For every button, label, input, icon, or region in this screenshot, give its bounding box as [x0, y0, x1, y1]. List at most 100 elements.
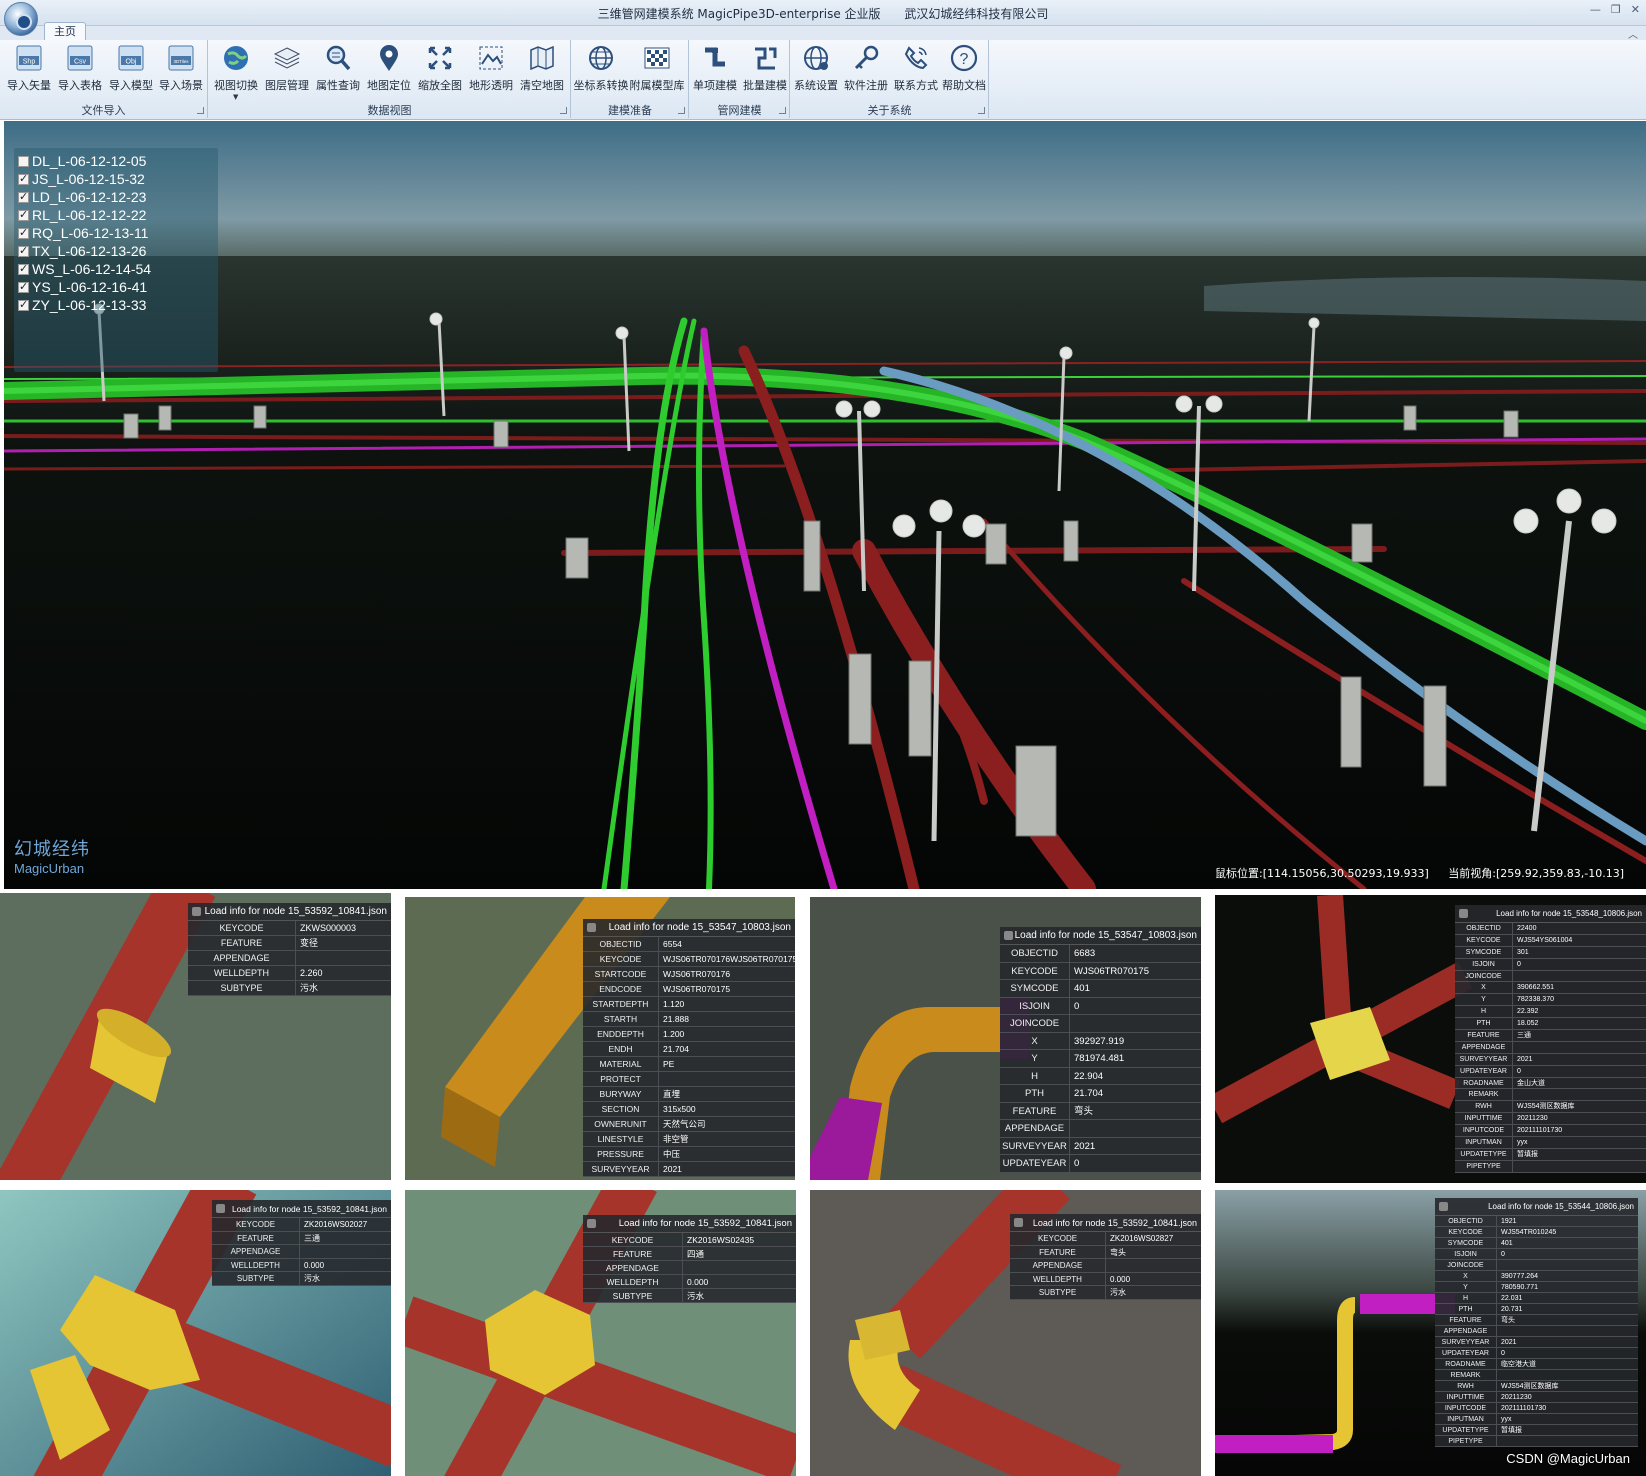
layer-item[interactable]: LD_L-06-12-12-23 [18, 188, 218, 206]
restore-button[interactable]: ❐ [1611, 3, 1621, 16]
layer-checkbox[interactable] [18, 262, 29, 275]
status-readout: 鼠标位置:[114.15056,30.50293,19.933] 当前视角:[2… [1199, 865, 1624, 881]
attribute-key: UPDATEYEAR [1435, 1348, 1497, 1358]
import-scene-button[interactable]: 3DTiles 导入场景 [156, 42, 206, 102]
attribute-key: SURVEYYEAR [583, 1162, 659, 1176]
window-title: 三维管网建模系统 MagicPipe3D-enterprise 企业版 武汉幻城… [0, 5, 1646, 22]
info-row: UPDATEYEAR 0 [1455, 1065, 1646, 1078]
info-row: JOINCODE [1435, 1260, 1638, 1271]
attribute-key: WELLDEPTH [1010, 1272, 1106, 1285]
attribute-value: 弯头 [1501, 1317, 1515, 1324]
attribute-value: yyx [1517, 1139, 1528, 1147]
model-library-button[interactable]: 附属模型库 [630, 42, 685, 102]
view-switch-button[interactable]: 视图切换 ▼ [211, 42, 261, 102]
pipe-network-scene[interactable] [4, 121, 1646, 889]
attribute-key: Y [1435, 1282, 1497, 1292]
app-menu-orb-icon[interactable] [4, 2, 38, 36]
attribute-info-panel: Load info for node 15_53592_10841.json K… [212, 1200, 391, 1286]
attribute-key: ISJOIN [1000, 997, 1070, 1014]
layer-item[interactable]: YS_L-06-12-16-41 [18, 278, 218, 296]
info-row: UPDATEYEAR 0 [1435, 1348, 1638, 1359]
batch-modeling-button[interactable]: 批量建模 [740, 42, 790, 102]
software-register-button[interactable]: 软件注册 [841, 42, 891, 102]
layer-item[interactable]: JS_L-06-12-15-32 [18, 170, 218, 188]
layer-checkbox[interactable] [18, 226, 29, 239]
attribute-value: 弯头 [1110, 1247, 1126, 1257]
system-settings-button[interactable]: 系统设置 [791, 42, 841, 102]
attribute-value: 三通 [1517, 1032, 1531, 1040]
import-model-button[interactable]: Obj 导入模型 [106, 42, 156, 102]
attribute-value: 1.120 [663, 999, 685, 1009]
thumbnail-tee-rain: Load info for node 15_53548_10806.json O… [1215, 895, 1646, 1183]
info-row: SURVEYYEAR 2021 [1435, 1337, 1638, 1348]
layer-checkbox[interactable] [18, 190, 29, 203]
zoom-full-button[interactable]: 缩放全图 [415, 42, 465, 102]
attribute-value: ZKWS000003 [300, 923, 357, 933]
csv-file-icon: Csv [67, 45, 93, 71]
info-panel-title: Load info for node 15_53547_10803.json [1000, 927, 1201, 945]
map-locate-button[interactable]: 地图定位 [364, 42, 414, 102]
info-row: SUBTYPE 污水 [212, 1272, 391, 1286]
attribute-key: KEYCODE [1000, 962, 1070, 979]
coordinate-transform-button[interactable]: 坐标系转换 [574, 42, 629, 102]
tab-home[interactable]: 主页 [44, 22, 86, 40]
mouse-position: 鼠标位置:[114.15056,30.50293,19.933] [1215, 867, 1429, 880]
layer-checkbox[interactable] [18, 172, 29, 185]
coordinate-globe-icon [589, 46, 613, 70]
3d-viewport[interactable]: DL_L-06-12-12-05 JS_L-06-12-15-32 LD_L-0… [4, 121, 1646, 889]
layer-name: JS_L-06-12-15-32 [32, 171, 145, 187]
info-row: UPDATEYEAR 0 [1000, 1155, 1201, 1173]
layer-checkbox[interactable] [18, 244, 29, 257]
info-row: PIPETYPE [1455, 1160, 1646, 1173]
group-launcher-icon[interactable] [560, 107, 567, 114]
layer-checkbox[interactable] [18, 208, 29, 221]
attribute-value [1070, 1120, 1201, 1137]
attribute-key: ISJOIN [1435, 1249, 1497, 1259]
info-panel-title: Load info for node 15_53544_10806.json [1435, 1198, 1638, 1216]
layer-item[interactable]: RL_L-06-12-12-22 [18, 206, 218, 224]
group-launcher-icon[interactable] [197, 107, 204, 114]
layer-item[interactable]: WS_L-06-12-14-54 [18, 260, 218, 278]
attribute-value: 暂填报 [1501, 1427, 1522, 1434]
info-row: STARTDEPTH 1.120 [583, 997, 795, 1012]
clear-map-button[interactable]: 清空地图 [517, 42, 567, 102]
info-row: KEYCODE ZKWS000003 [188, 921, 391, 936]
group-launcher-icon[interactable] [978, 107, 985, 114]
attribute-value [1497, 1436, 1638, 1446]
layer-checkbox[interactable] [18, 155, 29, 167]
layer-checkbox[interactable] [18, 298, 29, 311]
minimize-button[interactable]: — [1590, 3, 1601, 16]
terrain-transparent-button[interactable]: 地形透明 [466, 42, 516, 102]
group-launcher-icon[interactable] [678, 107, 685, 114]
attribute-query-button[interactable]: 属性查询 [313, 42, 363, 102]
close-button[interactable]: ✕ [1631, 3, 1640, 16]
ribbon-collapse-icon[interactable]: ︿ [1628, 26, 1638, 41]
layer-item[interactable]: RQ_L-06-12-13-11 [18, 224, 218, 242]
single-modeling-button[interactable]: 单项建模 [690, 42, 740, 102]
contact-button[interactable]: 联系方式 [891, 42, 941, 102]
attribute-value: PE [663, 1059, 675, 1069]
info-row: INPUTTIME 20211230 [1435, 1392, 1638, 1403]
attribute-value: 天然气公司 [663, 1119, 706, 1129]
import-table-button[interactable]: Csv 导入表格 [55, 42, 105, 102]
attribute-key: SYMCODE [1455, 946, 1513, 958]
help-doc-button[interactable]: ? 帮助文档 [939, 42, 989, 102]
layer-item[interactable]: DL_L-06-12-12-05 [18, 152, 218, 170]
info-row: FEATURE 变径 [188, 936, 391, 951]
info-row: KEYCODE WJS06TR070176WJS06TR070175 [583, 952, 795, 967]
group-launcher-icon[interactable] [779, 107, 786, 114]
info-row: ROADNAME 金山大道 [1455, 1077, 1646, 1090]
attribute-key: OWNERUNIT [583, 1117, 659, 1131]
info-panel-title: Load info for node 15_53592_10841.json [1010, 1214, 1201, 1232]
help-icon: ? [950, 44, 978, 72]
key-icon [854, 45, 879, 70]
layer-manager-button[interactable]: 图层管理 [262, 42, 312, 102]
attribute-value: 390662.551 [1517, 984, 1554, 992]
layer-item[interactable]: TX_L-06-12-13-26 [18, 242, 218, 260]
layer-checkbox[interactable] [18, 280, 29, 293]
layer-item[interactable]: ZY_L-06-12-13-33 [18, 296, 218, 314]
import-vector-button[interactable]: Shp 导入矢量 [4, 42, 54, 102]
group-label-about-system: 关于系统 [867, 104, 912, 117]
attribute-key: SURVEYYEAR [1000, 1137, 1070, 1154]
attribute-key: REMARK [1455, 1089, 1513, 1101]
